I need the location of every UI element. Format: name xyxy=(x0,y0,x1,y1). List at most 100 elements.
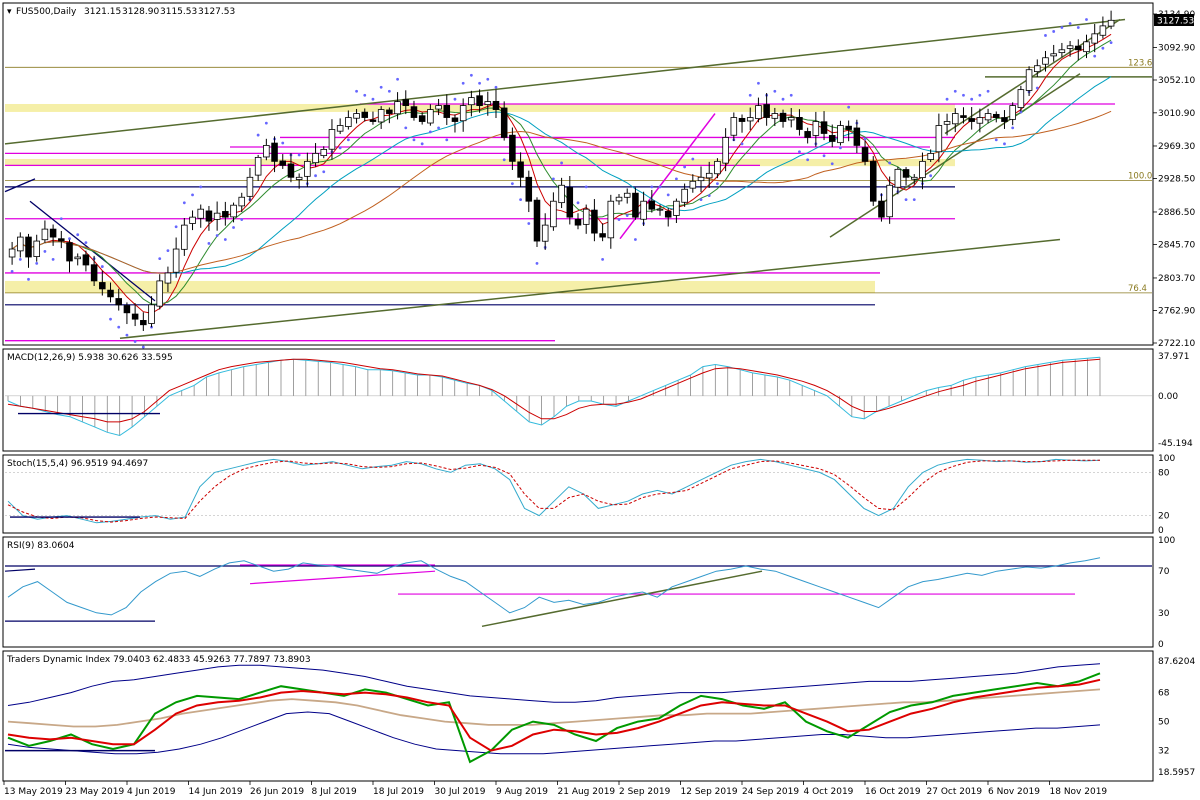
candle[interactable] xyxy=(222,211,229,218)
candle[interactable] xyxy=(558,184,565,204)
candle[interactable] xyxy=(582,208,590,225)
candle[interactable] xyxy=(181,224,188,250)
candle[interactable] xyxy=(599,233,606,238)
candle[interactable] xyxy=(779,112,787,122)
candle[interactable] xyxy=(459,105,467,122)
candle[interactable] xyxy=(500,107,508,138)
candle[interactable] xyxy=(968,118,975,122)
candle[interactable] xyxy=(58,238,65,242)
candle[interactable] xyxy=(377,109,385,123)
candle[interactable] xyxy=(279,160,287,166)
candle[interactable] xyxy=(164,272,172,284)
candle[interactable] xyxy=(509,134,516,162)
candle[interactable] xyxy=(894,168,902,188)
candle[interactable] xyxy=(443,104,451,118)
candle[interactable] xyxy=(336,125,344,132)
candle[interactable] xyxy=(427,109,434,124)
candle[interactable] xyxy=(328,129,336,150)
candle[interactable] xyxy=(49,228,57,238)
candle[interactable] xyxy=(722,137,729,164)
candle[interactable] xyxy=(1083,41,1090,53)
candle[interactable] xyxy=(615,196,623,202)
candle[interactable] xyxy=(525,176,533,202)
candle[interactable] xyxy=(541,224,549,242)
candle[interactable] xyxy=(927,152,934,160)
candle[interactable] xyxy=(1107,19,1115,27)
candle[interactable] xyxy=(254,156,262,176)
candle[interactable] xyxy=(673,200,680,216)
candle[interactable] xyxy=(640,200,647,220)
candle[interactable] xyxy=(345,117,352,127)
candle[interactable] xyxy=(8,248,16,258)
candle[interactable] xyxy=(131,313,139,320)
candle[interactable] xyxy=(492,100,500,110)
candle[interactable] xyxy=(664,211,672,218)
candle[interactable] xyxy=(451,117,459,122)
candle[interactable] xyxy=(689,180,697,189)
candle[interactable] xyxy=(812,121,820,136)
candle[interactable] xyxy=(41,228,49,241)
candle[interactable] xyxy=(123,305,131,314)
candle[interactable] xyxy=(1058,49,1066,54)
candle[interactable] xyxy=(1042,57,1049,65)
candle[interactable] xyxy=(591,209,598,234)
candle[interactable] xyxy=(730,117,738,136)
candle[interactable] xyxy=(837,125,844,144)
candle[interactable] xyxy=(99,282,106,290)
candle[interactable] xyxy=(993,113,1000,118)
candle[interactable] xyxy=(386,109,393,114)
candle[interactable] xyxy=(1034,65,1041,73)
candle[interactable] xyxy=(468,97,475,106)
candle[interactable] xyxy=(910,176,918,180)
candle[interactable] xyxy=(755,105,762,119)
candle[interactable] xyxy=(66,242,73,262)
candle[interactable] xyxy=(796,116,803,130)
candle[interactable] xyxy=(418,115,426,122)
candle[interactable] xyxy=(919,160,926,179)
candle[interactable] xyxy=(574,218,582,226)
candle[interactable] xyxy=(869,161,877,202)
candle[interactable] xyxy=(1050,53,1057,57)
candle[interactable] xyxy=(771,113,779,119)
candle[interactable] xyxy=(984,113,992,121)
candle[interactable] xyxy=(1001,117,1008,122)
candle[interactable] xyxy=(213,212,221,220)
candle[interactable] xyxy=(394,101,401,115)
trading-chart[interactable]: 123.6100.076.4 3134.903092.903052.103010… xyxy=(0,0,1200,800)
candle[interactable] xyxy=(533,199,541,242)
candle[interactable] xyxy=(107,289,114,298)
candle[interactable] xyxy=(369,119,377,122)
candle[interactable] xyxy=(853,127,861,146)
candle[interactable] xyxy=(886,184,893,218)
candle[interactable] xyxy=(878,200,885,218)
candle[interactable] xyxy=(90,264,98,282)
candle[interactable] xyxy=(484,101,492,106)
candle[interactable] xyxy=(960,115,967,118)
candle[interactable] xyxy=(804,131,811,138)
candle[interactable] xyxy=(1091,33,1098,44)
candle[interactable] xyxy=(746,117,754,122)
candle[interactable] xyxy=(1075,45,1082,51)
candle[interactable] xyxy=(861,147,869,162)
candle[interactable] xyxy=(304,160,311,177)
candle[interactable] xyxy=(738,117,746,122)
candle[interactable] xyxy=(1009,105,1016,120)
candle[interactable] xyxy=(517,161,524,178)
candle[interactable] xyxy=(902,169,910,178)
candle[interactable] xyxy=(1025,69,1033,91)
candle[interactable] xyxy=(697,176,705,182)
candle[interactable] xyxy=(197,208,205,219)
candle[interactable] xyxy=(681,188,688,203)
candle[interactable] xyxy=(951,113,959,125)
candle[interactable] xyxy=(287,163,295,178)
candle[interactable] xyxy=(632,192,639,218)
candle[interactable] xyxy=(705,172,713,179)
candle[interactable] xyxy=(25,236,32,258)
candle[interactable] xyxy=(623,192,631,198)
candle[interactable] xyxy=(263,145,270,158)
candle[interactable] xyxy=(714,160,721,175)
candle[interactable] xyxy=(656,208,664,211)
candle[interactable] xyxy=(353,113,360,119)
candle[interactable] xyxy=(82,254,90,266)
candle[interactable] xyxy=(828,135,836,142)
